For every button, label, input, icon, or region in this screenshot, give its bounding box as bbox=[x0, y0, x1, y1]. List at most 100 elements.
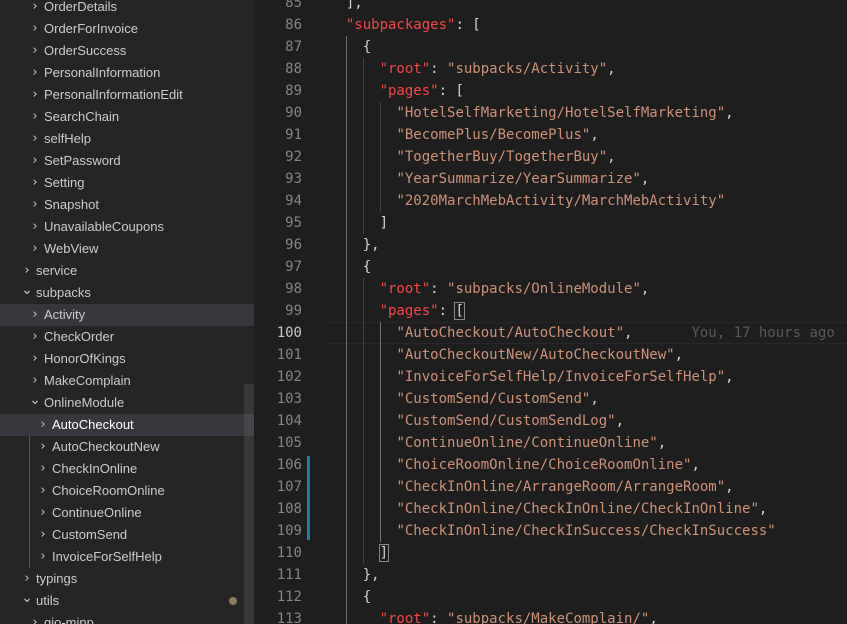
tree-item-webview[interactable]: › WebView bbox=[0, 238, 254, 260]
code-line[interactable]: 112 { bbox=[254, 586, 847, 608]
code-token: "subpacks/OnlineModule" bbox=[447, 281, 641, 297]
code-line[interactable]: 108 "CheckInOnline/CheckInOnline/CheckInO… bbox=[254, 498, 847, 520]
code-token: "HotelSelfMarketing/HotelSelfMarketing" bbox=[396, 105, 726, 121]
tree-item-utils[interactable]: ⌄ utils bbox=[0, 590, 254, 612]
code-line[interactable]: 93 "YearSummarize/YearSummarize", bbox=[254, 168, 847, 190]
tree-item-setpassword[interactable]: › SetPassword bbox=[0, 150, 254, 172]
tree-item-snapshot[interactable]: › Snapshot bbox=[0, 194, 254, 216]
code-text: "pages": [ bbox=[379, 300, 465, 322]
git-change-indicator[interactable] bbox=[307, 456, 310, 540]
explorer-scrollbar[interactable] bbox=[244, 384, 254, 624]
tree-item-personalinformationedit[interactable]: › PersonalInformationEdit bbox=[0, 84, 254, 106]
code-line[interactable]: 98 "root": "subpacks/OnlineModule", bbox=[254, 278, 847, 300]
code-token: : bbox=[430, 281, 448, 297]
code-token: "subpacks/MakeComplain/" bbox=[447, 611, 650, 624]
tree-item-label: AutoCheckout bbox=[52, 417, 134, 432]
tree-item-label: SetPassword bbox=[44, 153, 121, 168]
tree-item-gio-minp[interactable]: › gio-minp bbox=[0, 612, 254, 624]
tree-item-checkorder[interactable]: › CheckOrder bbox=[0, 326, 254, 348]
line-number: 85 bbox=[285, 0, 302, 11]
code-line[interactable]: 96}, bbox=[254, 234, 847, 256]
chevron-down-icon: ⌄ bbox=[29, 392, 41, 408]
tree-item-choiceroomonline[interactable]: › ChoiceRoomOnline bbox=[0, 480, 254, 502]
tree-item-label: SearchChain bbox=[44, 109, 120, 124]
code-line[interactable]: 95] bbox=[254, 212, 847, 234]
tree-item-label: InvoiceForSelfHelp bbox=[52, 549, 162, 564]
code-line[interactable]: 90 "HotelSelfMarketing/HotelSelfMarketing… bbox=[254, 102, 847, 124]
code-editor[interactable]: 85], 86 "subpackages": [87{88 "root": "subp… bbox=[254, 0, 847, 624]
tree-item-orderforinvoice[interactable]: › OrderForInvoice bbox=[0, 18, 254, 40]
code-line[interactable]: 104 "CustomSend/CustomSendLog", bbox=[254, 410, 847, 432]
tree-item-invoiceforselfhelp[interactable]: › InvoiceForSelfHelp bbox=[0, 546, 254, 568]
code-line[interactable]: 100 "AutoCheckout/AutoCheckout", You, 17 h… bbox=[254, 322, 847, 344]
tree-item-subpacks[interactable]: ⌄ subpacks bbox=[0, 282, 254, 304]
code-line[interactable]: 103 "CustomSend/CustomSend", bbox=[254, 388, 847, 410]
code-line[interactable]: 91 "BecomePlus/BecomePlus", bbox=[254, 124, 847, 146]
tree-item-searchchain[interactable]: › SearchChain bbox=[0, 106, 254, 128]
tree-item-onlinemodule[interactable]: ⌄ OnlineModule bbox=[0, 392, 254, 414]
code-token: , bbox=[624, 325, 633, 341]
tree-item-activity[interactable]: › Activity bbox=[0, 304, 254, 326]
code-line[interactable]: 94 "2020MarchMebActivity/MarchMebActivity… bbox=[254, 190, 847, 212]
code-token: "CheckInOnline/CheckInOnline/CheckInOnli… bbox=[396, 501, 759, 517]
code-token: }, bbox=[362, 567, 380, 583]
code-token: "subpackages" bbox=[345, 17, 456, 33]
code-line[interactable]: 86 "subpackages": [ bbox=[254, 14, 847, 36]
code-line[interactable]: 106 "ChoiceRoomOnline/ChoiceRoomOnline", bbox=[254, 454, 847, 476]
code-line[interactable]: 89 "pages": [ bbox=[254, 80, 847, 102]
tree-item-label: Activity bbox=[44, 307, 86, 322]
line-number: 92 bbox=[285, 149, 302, 165]
code-line[interactable]: 105 "ContinueOnline/ContinueOnline", bbox=[254, 432, 847, 454]
code-token: "BecomePlus/BecomePlus" bbox=[396, 127, 591, 143]
code-line[interactable]: 99 "pages": [ bbox=[254, 300, 847, 322]
code-line[interactable]: 110] bbox=[254, 542, 847, 564]
code-line[interactable]: 97 { bbox=[254, 256, 847, 278]
code-line[interactable]: 87 { bbox=[254, 36, 847, 58]
chevron-right-icon: › bbox=[40, 417, 46, 432]
tree-item-selfhelp[interactable]: › selfHelp bbox=[0, 128, 254, 150]
code-line[interactable]: 101 "AutoCheckoutNew/AutoCheckoutNew", bbox=[254, 344, 847, 366]
code-token: , bbox=[607, 149, 616, 165]
chevron-right-icon: › bbox=[32, 65, 38, 80]
tree-item-ordersuccess[interactable]: › OrderSuccess bbox=[0, 40, 254, 62]
code-token: { bbox=[362, 259, 372, 275]
chevron-right-icon: › bbox=[40, 505, 46, 520]
tree-item-setting[interactable]: › Setting bbox=[0, 172, 254, 194]
chevron-right-icon: › bbox=[32, 197, 38, 212]
code-line[interactable]: 111}, bbox=[254, 564, 847, 586]
line-number: 98 bbox=[285, 281, 302, 297]
code-line[interactable]: 107 "CheckInOnline/ArrangeRoom/ArrangeRoo… bbox=[254, 476, 847, 498]
tree-item-autocheckout[interactable]: › AutoCheckout bbox=[0, 414, 254, 436]
line-number: 88 bbox=[285, 61, 302, 77]
line-number: 113 bbox=[276, 611, 302, 624]
tree-item-orderdetails[interactable]: › OrderDetails bbox=[0, 0, 254, 18]
code-line[interactable]: 88 "root": "subpacks/Activity", bbox=[254, 58, 847, 80]
tree-item-unavailablecoupons[interactable]: › UnavailableCoupons bbox=[0, 216, 254, 238]
tree-item-typings[interactable]: › typings bbox=[0, 568, 254, 590]
tree-item-service[interactable]: › service bbox=[0, 260, 254, 282]
code-line[interactable]: 85], bbox=[254, 0, 847, 14]
tree-item-honorofkings[interactable]: › HonorOfKings bbox=[0, 348, 254, 370]
code-text: "CheckInOnline/CheckInSuccess/CheckInSuc… bbox=[396, 520, 775, 542]
tree-item-makecomplain[interactable]: › MakeComplain bbox=[0, 370, 254, 392]
line-number: 86 bbox=[285, 17, 302, 33]
tree-item-autocheckoutnew[interactable]: › AutoCheckoutNew bbox=[0, 436, 254, 458]
code-token: , bbox=[590, 391, 599, 407]
code-text: ] bbox=[380, 212, 388, 234]
tree-item-customsend[interactable]: › CustomSend bbox=[0, 524, 254, 546]
chevron-right-icon: › bbox=[32, 351, 38, 366]
tree-item-checkinonline[interactable]: › CheckInOnline bbox=[0, 458, 254, 480]
chevron-right-icon: › bbox=[32, 43, 38, 58]
tree-item-label: Setting bbox=[44, 175, 85, 190]
code-line[interactable]: 109 "CheckInOnline/CheckInSuccess/CheckIn… bbox=[254, 520, 847, 542]
code-line[interactable]: 92 "TogetherBuy/TogetherBuy", bbox=[254, 146, 847, 168]
chevron-right-icon: › bbox=[32, 87, 38, 102]
code-text: ], bbox=[346, 0, 363, 14]
code-token: "pages" bbox=[379, 303, 439, 319]
tree-item-personalinformation[interactable]: › PersonalInformation bbox=[0, 62, 254, 84]
code-line[interactable]: 113 "root": "subpacks/MakeComplain/", bbox=[254, 608, 847, 624]
chevron-right-icon: › bbox=[32, 615, 38, 624]
code-token: "CheckInOnline/CheckInSuccess/CheckInSuc… bbox=[396, 523, 776, 539]
tree-item-continueonline[interactable]: › ContinueOnline bbox=[0, 502, 254, 524]
code-line[interactable]: 102 "InvoiceForSelfHelp/InvoiceForSelfHel… bbox=[254, 366, 847, 388]
